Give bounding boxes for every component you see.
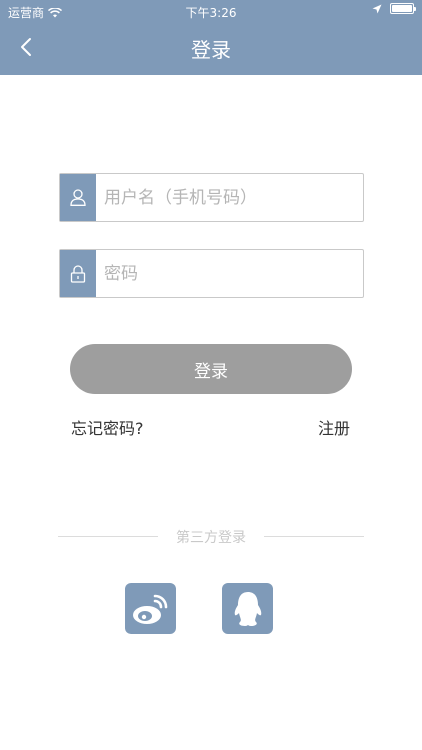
password-field [59,249,364,298]
lock-icon [70,264,86,283]
qq-login-button[interactable] [222,583,273,634]
weibo-login-button[interactable] [125,583,176,634]
username-field [59,173,364,222]
register-link[interactable]: 注册 [318,415,350,439]
user-icon [70,189,86,206]
location-arrow-icon [372,4,382,13]
password-input[interactable] [96,250,363,297]
user-icon-box [60,174,96,221]
third-party-label: 第三方登录 [176,530,246,546]
divider-right [264,536,364,537]
lock-icon-box [60,250,96,297]
status-right [372,3,416,14]
status-time: 下午3:26 [185,6,237,20]
username-input[interactable] [96,174,363,221]
page-title: 登录 [191,38,231,62]
weibo-icon [132,594,167,624]
status-bar: 运营商 下午3:26 [0,0,422,22]
header: 运营商 下午3:26 登录 [0,0,422,75]
forgot-password-link[interactable]: 忘记密码? [71,415,144,439]
battery-icon [390,3,416,14]
login-button[interactable]: 登录 [70,344,352,394]
qq-icon [234,591,261,626]
